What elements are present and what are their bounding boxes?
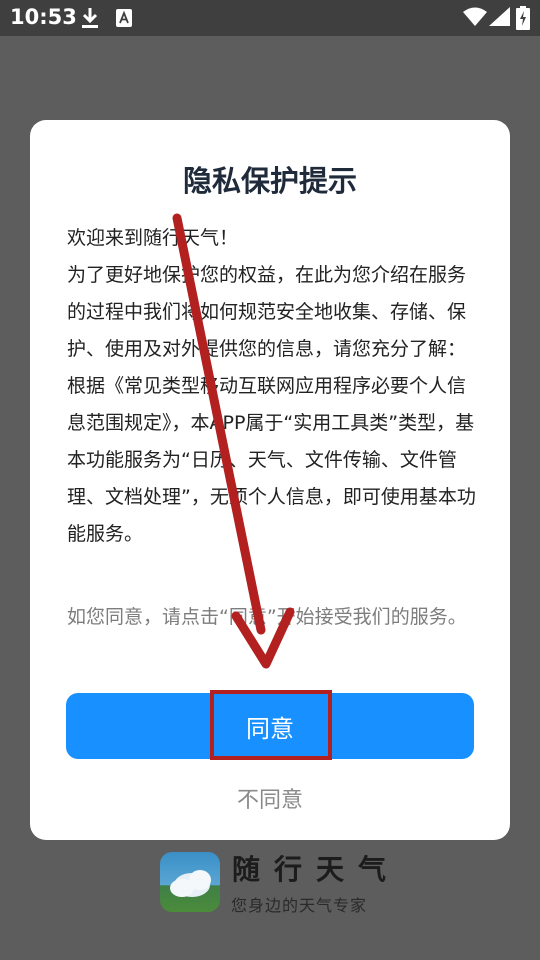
status-bar: 10:53	[0, 0, 540, 36]
dialog-paragraph: 根据《常见类型移动互联网应用程序必要个人信息范围规定》，本APP属于“实用工具类…	[67, 375, 476, 545]
splash-tagline: 您身边的天气专家	[231, 896, 368, 915]
splash-app-name: 随行天气	[232, 853, 401, 886]
dialog-title: 隐私保护提示	[182, 164, 357, 198]
battery-charging-icon	[516, 6, 530, 30]
dialog-hint: 如您同意，请点击“同意”开始接受我们的服务。	[67, 606, 467, 628]
dialog-paragraph: 欢迎来到随行天气！	[67, 227, 239, 249]
dialog-body-scroll[interactable]: 欢迎来到随行天气！ 为了更好地保护您的权益，在此为您介绍在服务的过程中我们将如何…	[67, 220, 479, 578]
signal-icon	[489, 7, 510, 26]
wifi-icon	[463, 7, 487, 26]
highlight-box	[210, 690, 332, 760]
disagree-button[interactable]: 不同意	[30, 782, 510, 814]
status-time: 10:53	[10, 5, 77, 29]
a-notification-icon	[116, 9, 132, 27]
dialog-paragraph: 为了更好地保护您的权益，在此为您介绍在服务的过程中我们将如何规范安全地收集、存储…	[67, 264, 467, 360]
app-logo	[160, 852, 220, 912]
cloud-icon	[170, 870, 211, 897]
download-icon	[82, 8, 98, 28]
